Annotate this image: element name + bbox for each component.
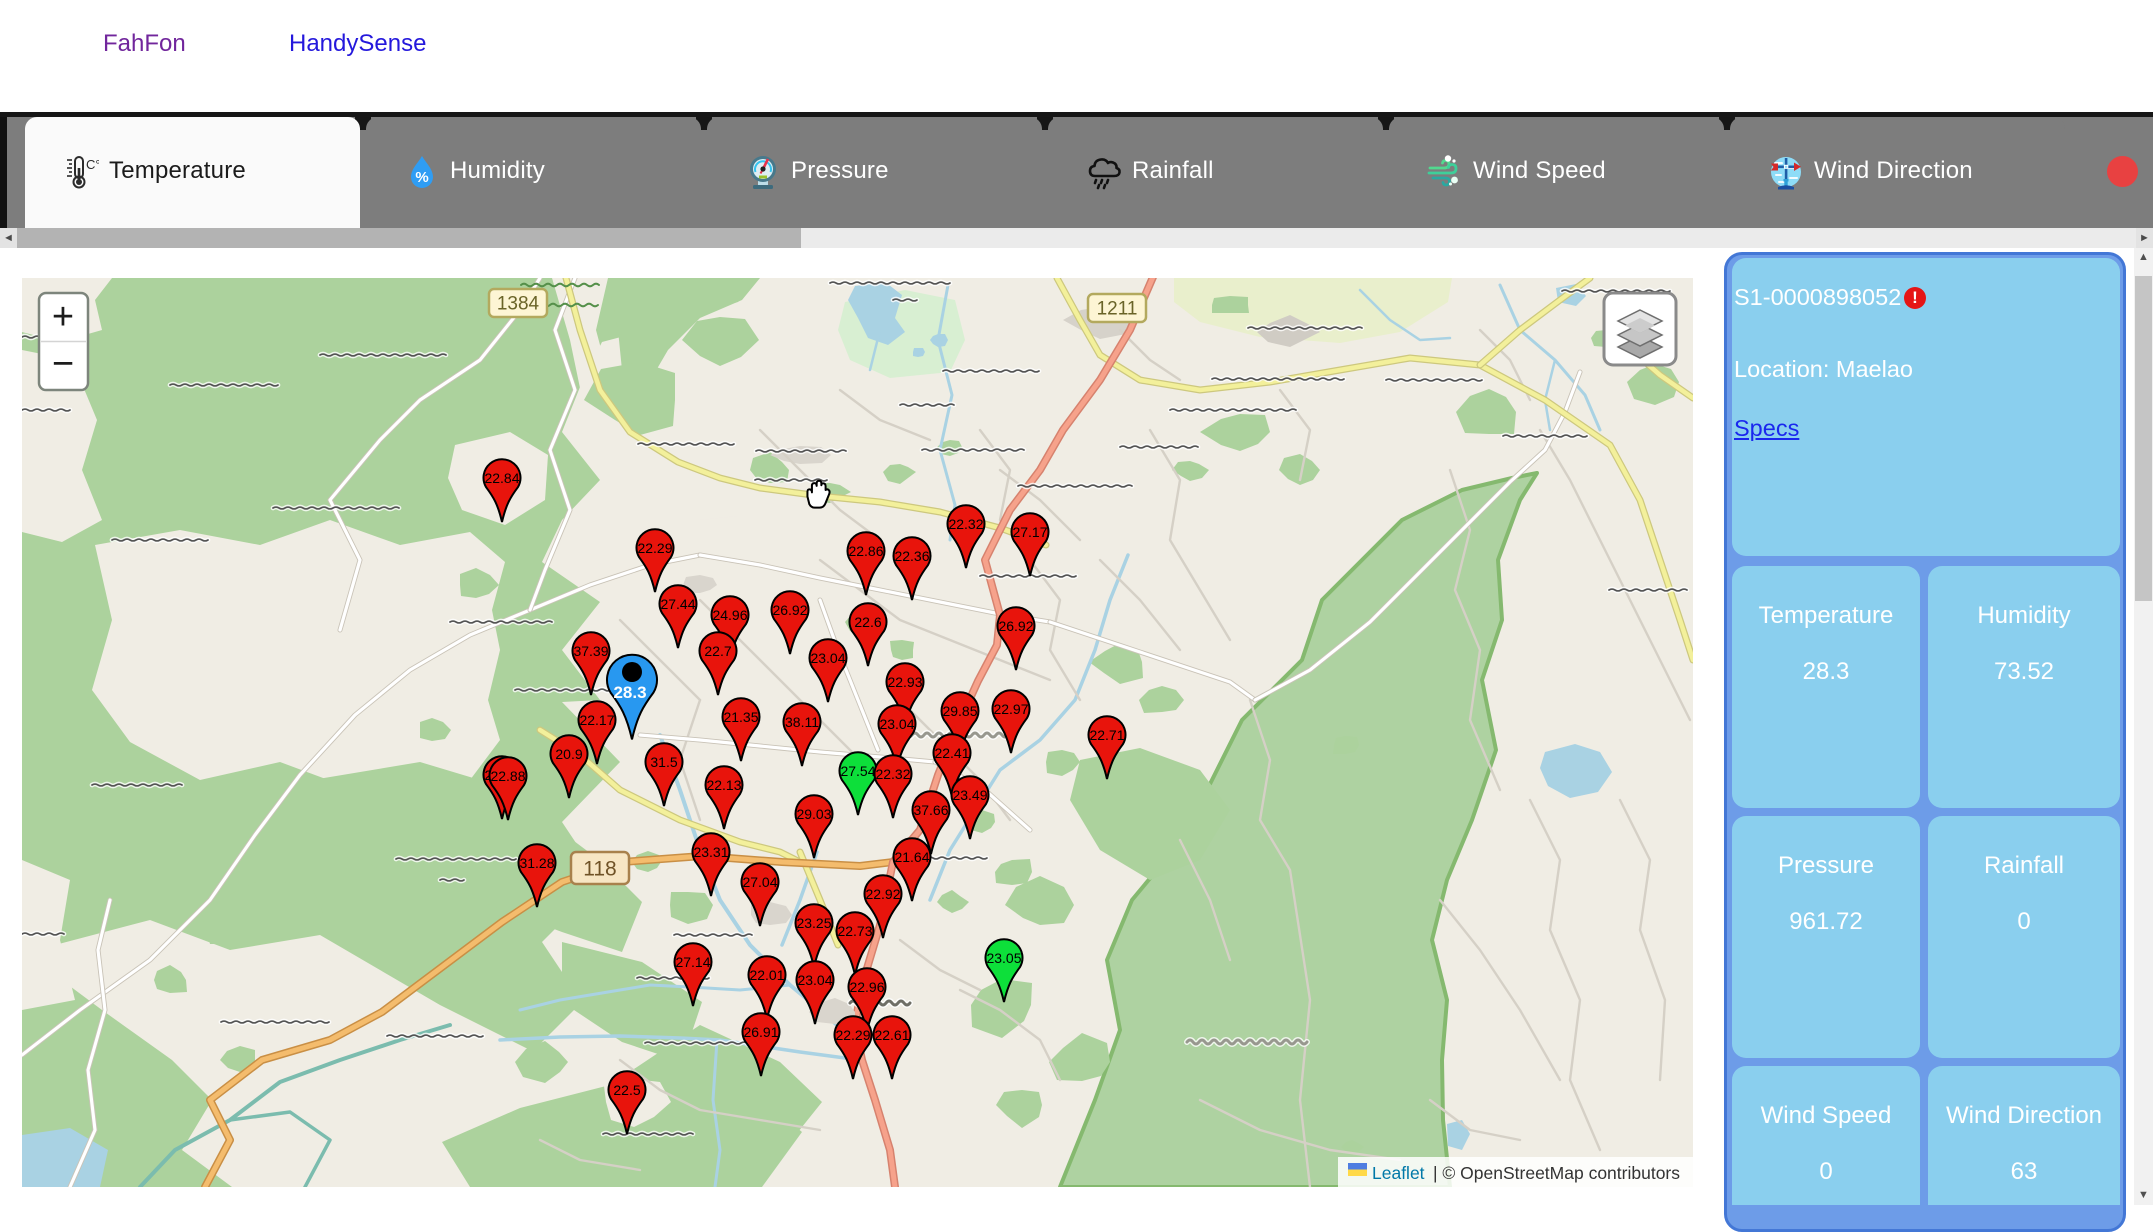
svg-text:26.91: 26.91: [743, 1024, 778, 1040]
svg-text:37.39: 37.39: [573, 643, 608, 659]
svg-text:23.25: 23.25: [796, 915, 831, 931]
svg-text:22.73: 22.73: [837, 923, 872, 939]
svg-text:22.41: 22.41: [934, 745, 969, 761]
svg-text:22.84: 22.84: [484, 470, 519, 486]
svg-text:22.36: 22.36: [894, 548, 929, 564]
svg-text:22.97: 22.97: [993, 701, 1028, 717]
svg-text:22.7: 22.7: [704, 643, 731, 659]
svg-text:118: 118: [583, 857, 616, 880]
svg-text:31.28: 31.28: [519, 855, 554, 871]
svg-text:| © OpenStreetMap contributors: | © OpenStreetMap contributors: [1433, 1163, 1680, 1183]
svg-text:22.29: 22.29: [637, 540, 672, 556]
svg-text:22.86: 22.86: [848, 543, 883, 559]
svg-text:27.04: 27.04: [742, 874, 777, 890]
svg-text:27.54: 27.54: [840, 763, 875, 779]
svg-text:37.66: 37.66: [913, 802, 948, 818]
svg-text:1211: 1211: [1097, 299, 1138, 320]
svg-text:29.03: 29.03: [796, 806, 831, 822]
svg-text:22.01: 22.01: [749, 967, 784, 983]
svg-text:22.93: 22.93: [887, 674, 922, 690]
svg-text:31.5: 31.5: [650, 754, 677, 770]
svg-text:27.17: 27.17: [1012, 524, 1047, 540]
svg-text:26.92: 26.92: [998, 618, 1033, 634]
svg-text:22.71: 22.71: [1089, 727, 1124, 743]
svg-text:23.05: 23.05: [986, 950, 1021, 966]
svg-text:21.35: 21.35: [723, 709, 758, 725]
svg-text:23.49: 23.49: [952, 787, 987, 803]
svg-text:27.44: 27.44: [660, 596, 695, 612]
svg-text:22.29: 22.29: [835, 1027, 870, 1043]
svg-text:22.17: 22.17: [579, 712, 614, 728]
svg-text:Leaflet: Leaflet: [1372, 1163, 1425, 1183]
svg-text:+: +: [52, 296, 74, 338]
svg-text:23.31: 23.31: [693, 844, 728, 860]
svg-text:22.13: 22.13: [706, 777, 741, 793]
svg-text:22.96: 22.96: [849, 979, 884, 995]
svg-text:24.96: 24.96: [712, 607, 747, 623]
svg-text:22.32: 22.32: [875, 766, 910, 782]
svg-text:26.92: 26.92: [772, 602, 807, 618]
svg-text:22.5: 22.5: [613, 1082, 640, 1098]
svg-text:22.6: 22.6: [854, 614, 881, 630]
svg-text:28.3: 28.3: [613, 683, 646, 702]
svg-text:23.04: 23.04: [797, 972, 832, 988]
svg-text:23.04: 23.04: [879, 716, 914, 732]
svg-text:38.11: 38.11: [785, 714, 819, 730]
svg-text:22.61: 22.61: [874, 1027, 909, 1043]
svg-text:−: −: [52, 343, 74, 385]
svg-text:1384: 1384: [497, 294, 540, 315]
svg-text:20.9: 20.9: [555, 746, 582, 762]
svg-text:21.64: 21.64: [894, 849, 929, 865]
svg-text:22.88: 22.88: [490, 768, 525, 784]
svg-text:23.04: 23.04: [810, 650, 845, 666]
svg-text:27.14: 27.14: [675, 954, 710, 970]
svg-text:22.92: 22.92: [865, 886, 900, 902]
svg-text:22.32: 22.32: [948, 516, 983, 532]
svg-text:29.85: 29.85: [942, 703, 977, 719]
